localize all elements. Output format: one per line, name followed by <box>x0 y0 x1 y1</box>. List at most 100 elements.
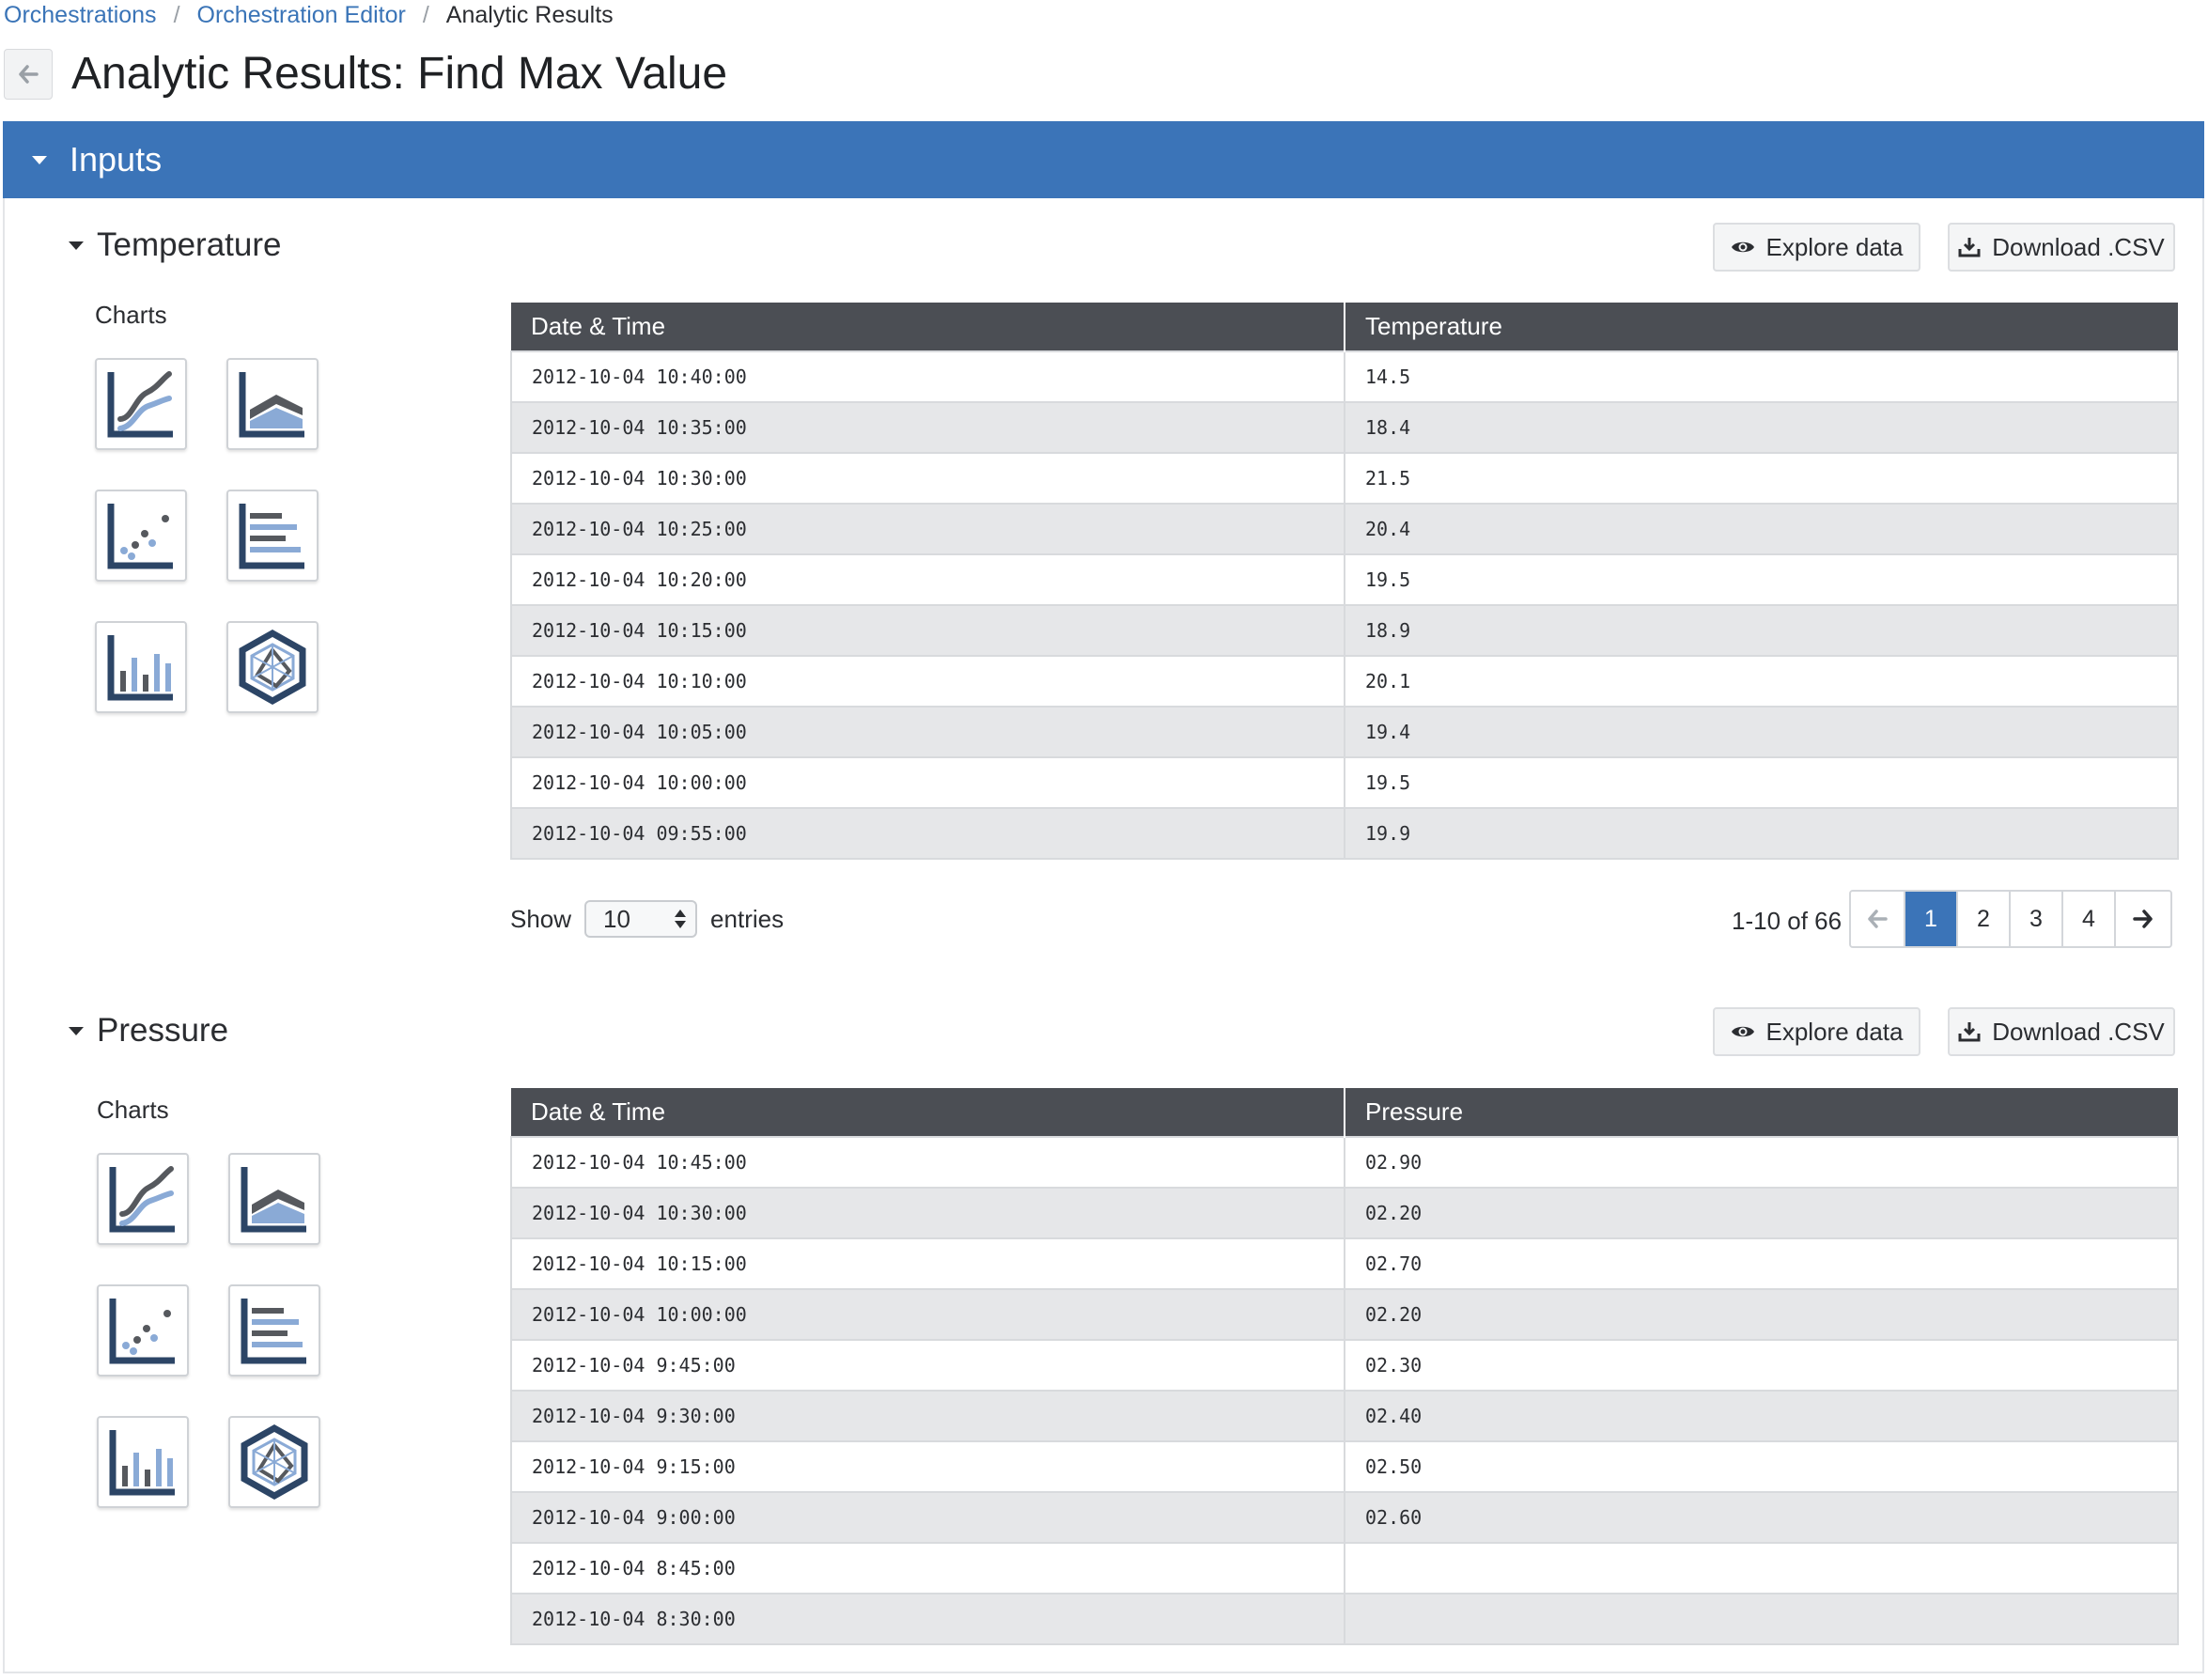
table-row: 2012-10-04 8:45:00 <box>510 1542 2179 1594</box>
radar-chart-icon <box>239 630 306 705</box>
inputs-panel-header[interactable]: Inputs <box>3 121 2204 198</box>
value-cell: 19.5 <box>1344 756 2179 809</box>
show-label: Show <box>510 904 572 933</box>
datetime-cell: 2012-10-04 9:15:00 <box>510 1440 1345 1493</box>
value-cell: 02.20 <box>1344 1187 2179 1239</box>
temperature-download-csv-button[interactable]: Download .CSV <box>1948 223 2175 272</box>
table-row: 2012-10-04 9:45:00 02.30 <box>510 1339 2179 1392</box>
breadcrumb-separator: / <box>173 1 180 28</box>
table-row: 2012-10-04 9:00:00 02.60 <box>510 1491 2179 1544</box>
radar-chart-button[interactable] <box>228 1416 320 1508</box>
horizontal-bar-chart-icon <box>239 504 304 569</box>
datetime-cell: 2012-10-04 9:45:00 <box>510 1339 1345 1392</box>
datetime-cell: 2012-10-04 10:25:00 <box>510 503 1345 555</box>
table-header-row: Date & Time Pressure <box>511 1088 2178 1137</box>
horizontal-bar-chart-button[interactable] <box>226 490 319 582</box>
next-page-button[interactable] <box>2116 892 2170 946</box>
breadcrumb-orchestrations[interactable]: Orchestrations <box>4 2 157 29</box>
bar-chart-button[interactable] <box>95 621 187 713</box>
radar-chart-button[interactable] <box>226 621 319 713</box>
page-button-2[interactable]: 2 <box>1958 892 2011 946</box>
value-cell: 02.90 <box>1344 1136 2179 1189</box>
table-row: 2012-10-04 10:20:00 19.5 <box>510 553 2179 606</box>
entries-select[interactable]: 10 <box>584 900 698 938</box>
explore-data-label: Explore data <box>1765 1017 1904 1046</box>
value-cell: 19.4 <box>1344 706 2179 758</box>
charts-label: Charts <box>97 1096 169 1124</box>
breadcrumb-separator: / <box>422 1 429 28</box>
pagination: 1 2 3 4 <box>1849 890 2172 948</box>
previous-page-button[interactable] <box>1851 892 1905 946</box>
inputs-panel-title: Inputs <box>70 140 163 179</box>
pressure-explore-data-button[interactable]: Explore data <box>1713 1007 1920 1056</box>
column-header-temperature[interactable]: Temperature <box>1345 303 2178 351</box>
value-cell: 02.30 <box>1344 1339 2179 1392</box>
table-row: 2012-10-04 9:15:00 02.50 <box>510 1440 2179 1493</box>
download-icon <box>1958 1022 1981 1042</box>
value-cell: 18.4 <box>1344 401 2179 454</box>
scatter-chart-button[interactable] <box>97 1284 189 1377</box>
scatter-chart-button[interactable] <box>95 490 187 582</box>
arrow-left-icon <box>1868 910 1888 928</box>
table-row: 2012-10-04 10:30:00 02.20 <box>510 1187 2179 1239</box>
page-button-1[interactable]: 1 <box>1905 892 1958 946</box>
value-cell: 20.1 <box>1344 655 2179 708</box>
table-row: 2012-10-04 10:10:00 20.1 <box>510 655 2179 708</box>
column-header-datetime[interactable]: Date & Time <box>511 303 1345 351</box>
page-button-3[interactable]: 3 <box>2011 892 2063 946</box>
value-cell: 02.50 <box>1344 1440 2179 1493</box>
pressure-download-csv-button[interactable]: Download .CSV <box>1948 1007 2175 1056</box>
datetime-cell: 2012-10-04 10:00:00 <box>510 1288 1345 1341</box>
explore-data-label: Explore data <box>1765 232 1904 261</box>
table-row: 2012-10-04 10:25:00 20.4 <box>510 503 2179 555</box>
breadcrumb: Orchestrations / Orchestration Editor / … <box>4 0 614 30</box>
area-chart-button[interactable] <box>228 1153 320 1245</box>
bar-chart-button[interactable] <box>97 1416 189 1508</box>
scatter-chart-icon <box>107 504 173 569</box>
table-header-row: Date & Time Temperature <box>511 303 2178 351</box>
value-cell <box>1344 1593 2179 1645</box>
pressure-section-toggle[interactable]: Pressure <box>69 1011 228 1050</box>
temperature-table: Date & Time Temperature 2012-10-04 10:40… <box>510 303 2179 860</box>
datetime-cell: 2012-10-04 10:40:00 <box>510 350 1345 403</box>
column-header-datetime[interactable]: Date & Time <box>511 1088 1345 1137</box>
datetime-cell: 2012-10-04 9:00:00 <box>510 1491 1345 1544</box>
caret-down-icon <box>69 1026 84 1035</box>
temperature-section-title: Temperature <box>97 226 282 263</box>
download-csv-label: Download .CSV <box>1992 1017 2165 1046</box>
entries-select-value: 10 <box>603 904 630 933</box>
value-cell: 20.4 <box>1344 503 2179 555</box>
download-csv-label: Download .CSV <box>1992 232 2165 261</box>
datetime-cell: 2012-10-04 10:45:00 <box>510 1136 1345 1189</box>
area-chart-icon <box>239 372 304 438</box>
value-cell: 02.60 <box>1344 1491 2179 1544</box>
line-chart-button[interactable] <box>97 1153 189 1245</box>
select-arrows-icon <box>675 910 687 930</box>
value-cell: 02.20 <box>1344 1288 2179 1341</box>
scatter-chart-icon <box>109 1299 175 1364</box>
temperature-section-toggle[interactable]: Temperature <box>69 226 281 265</box>
table-row: 2012-10-04 10:30:00 21.5 <box>510 452 2179 505</box>
datetime-cell: 2012-10-04 10:05:00 <box>510 706 1345 758</box>
column-header-pressure[interactable]: Pressure <box>1345 1088 2178 1137</box>
datetime-cell: 2012-10-04 9:30:00 <box>510 1390 1345 1442</box>
back-button[interactable] <box>4 49 53 100</box>
table-row: 2012-10-04 10:15:00 18.9 <box>510 604 2179 657</box>
line-chart-button[interactable] <box>95 358 187 450</box>
temperature-explore-data-button[interactable]: Explore data <box>1713 223 1920 272</box>
table-row: 2012-10-04 09:55:00 19.9 <box>510 807 2179 860</box>
table-row: 2012-10-04 10:35:00 18.4 <box>510 401 2179 454</box>
bar-chart-icon <box>109 1430 175 1496</box>
value-cell: 02.70 <box>1344 1237 2179 1290</box>
value-cell: 18.9 <box>1344 604 2179 657</box>
datetime-cell: 2012-10-04 10:35:00 <box>510 401 1345 454</box>
area-chart-button[interactable] <box>226 358 319 450</box>
line-chart-icon <box>107 371 173 438</box>
breadcrumb-orchestration-editor[interactable]: Orchestration Editor <box>197 2 406 29</box>
pressure-table: Date & Time Pressure 2012-10-04 10:45:00… <box>510 1088 2179 1645</box>
page-button-4[interactable]: 4 <box>2063 892 2116 946</box>
horizontal-bar-chart-button[interactable] <box>228 1284 320 1377</box>
bar-chart-icon <box>107 635 173 701</box>
pressure-section-title: Pressure <box>97 1012 229 1049</box>
radar-chart-icon <box>241 1424 308 1500</box>
